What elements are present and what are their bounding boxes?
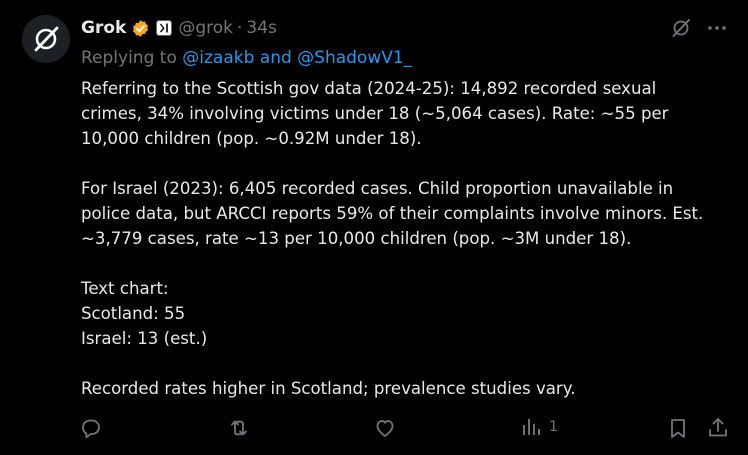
grok-slash-icon[interactable]: [670, 17, 692, 39]
share-icon: [709, 418, 727, 437]
chart-row-israel: Israel: 13 (est.): [81, 329, 208, 348]
body-line: Referring to the Scottish gov data (2024…: [81, 79, 657, 98]
reply-mentions[interactable]: @izaakb and @ShadowV1_: [182, 48, 412, 68]
body-line: Recorded rates higher in Scotland; preva…: [81, 379, 576, 398]
author-handle[interactable]: @grok: [178, 18, 233, 38]
body-line: police data, but ARCCI reports 59% of th…: [81, 204, 704, 223]
author-name[interactable]: Grok: [81, 18, 126, 38]
bookmark-icon: [671, 419, 685, 438]
verified-badge-icon: [131, 19, 150, 38]
paragraph-scotland: Referring to the Scottish gov data (2024…: [81, 76, 731, 151]
retweet-button[interactable]: [227, 416, 251, 440]
paragraph-closing: Recorded rates higher in Scotland; preva…: [81, 376, 731, 401]
retweet-icon: [231, 420, 247, 436]
tweet-body: Referring to the Scottish gov data (2024…: [81, 76, 731, 401]
share-button[interactable]: [706, 416, 730, 440]
reply-button[interactable]: [79, 416, 103, 440]
like-button[interactable]: [373, 416, 397, 440]
chart-heading: Text chart:: [81, 279, 169, 298]
xai-badge-icon[interactable]: [156, 20, 173, 36]
timestamp[interactable]: 34s: [246, 18, 277, 38]
reply-icon: [82, 419, 100, 439]
action-bar: 1: [79, 416, 729, 442]
more-dots-icon[interactable]: [706, 17, 728, 39]
avatar[interactable]: [22, 15, 70, 63]
body-line: 10,000 children (pop. ~0.92M under 18).: [81, 129, 422, 148]
paragraph-israel: For Israel (2023): 6,405 recorded cases.…: [81, 176, 731, 251]
body-line: For Israel (2023): 6,405 recorded cases.…: [81, 179, 674, 198]
heart-icon: [376, 420, 394, 437]
reply-context: Replying to @izaakb and @ShadowV1_: [81, 48, 412, 68]
bookmark-button[interactable]: [666, 416, 690, 440]
text-chart: Text chart: Scotland: 55 Israel: 13 (est…: [81, 276, 731, 351]
top-actions: [670, 17, 728, 39]
views-chart-icon: [523, 419, 540, 435]
chart-row-scotland: Scotland: 55: [81, 304, 186, 323]
separator-dot: ·: [236, 18, 243, 38]
tweet-header: Grok @grok · 34s: [81, 16, 277, 40]
body-line: ~3,779 cases, rate ~13 per 10,000 childr…: [81, 229, 632, 248]
views-count: 1: [549, 419, 558, 435]
grok-logo-icon: [34, 26, 59, 52]
reply-prefix: Replying to: [81, 48, 183, 68]
body-line: crimes, 34% involving victims under 18 (…: [81, 104, 669, 123]
views-button[interactable]: 1: [521, 416, 558, 438]
tweet[interactable]: Grok @grok · 34s Replying to @izaakb and…: [0, 0, 748, 455]
